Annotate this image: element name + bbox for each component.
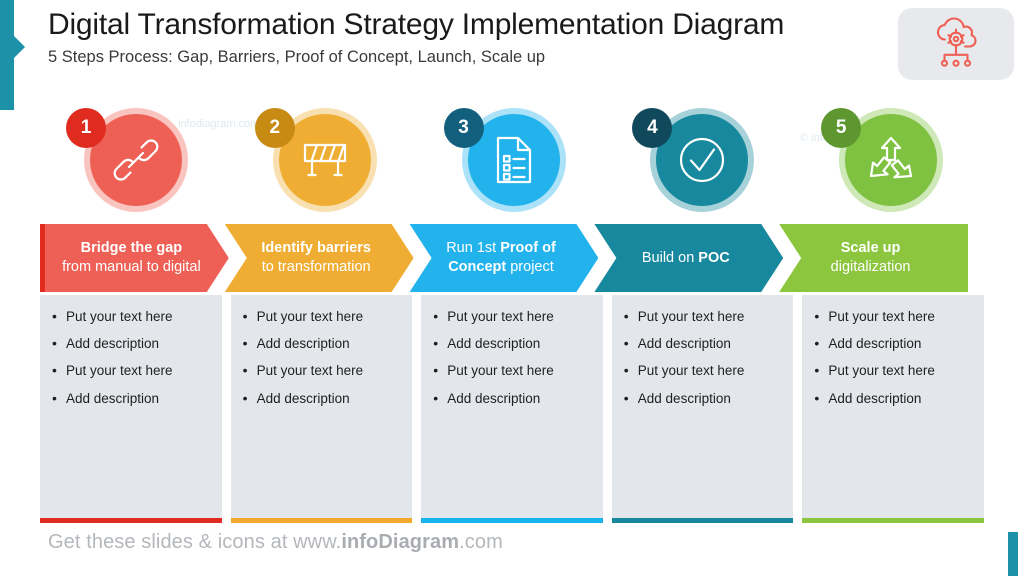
banner-line1-regular: Run 1st xyxy=(446,240,501,257)
list-item[interactable]: Add description xyxy=(812,390,976,407)
bullet-list: Put your text here Add description Put y… xyxy=(241,308,405,407)
cloud-gear-icon xyxy=(927,15,985,74)
list-item[interactable]: Put your text here xyxy=(622,362,786,379)
list-item[interactable]: Put your text here xyxy=(622,308,786,325)
footer-brand: infoDiagram xyxy=(341,531,460,553)
scale-up-arrows-icon xyxy=(870,136,913,179)
list-item[interactable]: Add description xyxy=(431,390,595,407)
list-item[interactable]: Put your text here xyxy=(812,362,976,379)
content-box-5: Put your text here Add description Put y… xyxy=(802,295,984,523)
header-icon-container xyxy=(898,8,1014,80)
step-circle-5[interactable]: 5 xyxy=(795,104,984,216)
list-item[interactable]: Add description xyxy=(50,390,214,407)
banner-text: Identify barriers to transformation xyxy=(261,239,371,276)
list-item[interactable]: Put your text here xyxy=(241,308,405,325)
step-circle-1[interactable]: 1 xyxy=(40,104,229,216)
broken-chain-link-icon xyxy=(113,139,159,181)
document-checklist-icon xyxy=(496,136,531,184)
bullet-list: Put your text here Add description Put y… xyxy=(622,308,786,407)
page-title: Digital Transformation Strategy Implemen… xyxy=(48,8,785,41)
step-number-badge: 5 xyxy=(821,108,862,148)
step-circle-4[interactable]: 4 xyxy=(606,104,795,216)
list-item[interactable]: Add description xyxy=(622,390,786,407)
list-item[interactable]: Add description xyxy=(622,335,786,352)
step-circle-2[interactable]: 2 xyxy=(229,104,418,216)
banner-text: Bridge the gap from manual to digital xyxy=(62,239,201,276)
chevron-banner-3[interactable]: Run 1st Proof of Concept project xyxy=(410,224,599,292)
footer-prefix: Get these slides & icons at www. xyxy=(48,531,342,553)
road-barrier-icon xyxy=(303,143,346,177)
content-box-4: Put your text here Add description Put y… xyxy=(611,295,794,523)
banner-line1-bold: POC xyxy=(698,249,730,266)
list-item[interactable]: Put your text here xyxy=(50,308,214,325)
banner-text: Run 1st Proof of Concept project xyxy=(446,239,556,276)
banner-text: Build on POC xyxy=(642,249,730,268)
banner-left-edge xyxy=(40,224,45,292)
list-item[interactable]: Put your text here xyxy=(812,308,976,325)
footer-suffix: .com xyxy=(459,531,503,553)
check-circle-icon xyxy=(680,137,725,183)
list-item[interactable]: Add description xyxy=(812,335,976,352)
right-accent-bar xyxy=(1008,532,1018,576)
banner-line2: from manual to digital xyxy=(62,259,201,275)
footer: Get these slides & icons at www.infoDiag… xyxy=(48,531,503,554)
chevron-banner-5[interactable]: Scale up digitalization xyxy=(779,224,968,292)
list-item[interactable]: Add description xyxy=(241,390,405,407)
list-item[interactable]: Put your text here xyxy=(431,362,595,379)
content-box-3: Put your text here Add description Put y… xyxy=(421,295,603,523)
left-accent-bar xyxy=(0,0,14,110)
banner-text: Scale up digitalization xyxy=(831,239,911,276)
list-item[interactable]: Put your text here xyxy=(241,362,405,379)
header: Digital Transformation Strategy Implemen… xyxy=(48,8,868,67)
content-box-2: Put your text here Add description Put y… xyxy=(230,295,413,523)
bullet-list: Put your text here Add description Put y… xyxy=(812,308,976,407)
step-number-badge: 2 xyxy=(254,108,295,148)
banner-line1: Bridge the gap xyxy=(80,240,183,257)
banner-line1-bold: Proof of xyxy=(500,240,556,257)
chevron-banner-4[interactable]: Build on POC xyxy=(594,224,783,292)
list-item[interactable]: Put your text here xyxy=(50,362,214,379)
chevron-banner-row: Bridge the gap from manual to digital Id… xyxy=(40,224,984,292)
list-item[interactable]: Add description xyxy=(431,335,595,352)
banner-line1: Scale up xyxy=(840,240,901,257)
page-subtitle: 5 Steps Process: Gap, Barriers, Proof of… xyxy=(48,48,546,66)
bullet-list: Put your text here Add description Put y… xyxy=(431,308,595,407)
list-item[interactable]: Add description xyxy=(50,335,214,352)
banner-line2: to transformation xyxy=(261,259,371,275)
banner-line2-bold: Concept xyxy=(448,259,507,275)
step-circle-3[interactable]: 3 xyxy=(418,104,607,216)
left-accent-arrow-icon xyxy=(14,36,25,58)
chevron-banner-1[interactable]: Bridge the gap from manual to digital xyxy=(40,224,229,292)
list-item[interactable]: Add description xyxy=(241,335,405,352)
content-box-1: Put your text here Add description Put y… xyxy=(40,295,222,523)
bullet-list: Put your text here Add description Put y… xyxy=(50,308,214,407)
banner-line2-regular: project xyxy=(506,259,554,275)
banner-line1: Identify barriers xyxy=(261,240,371,257)
step-number-badge: 3 xyxy=(443,108,484,148)
banner-line2: digitalization xyxy=(830,259,911,275)
step-number-badge: 1 xyxy=(66,108,106,148)
list-item[interactable]: Put your text here xyxy=(431,308,595,325)
banner-line1-regular: Build on xyxy=(641,249,699,266)
chevron-banner-2[interactable]: Identify barriers to transformation xyxy=(225,224,414,292)
steps-circle-row: 1 2 3 4 5 xyxy=(40,104,984,216)
content-box-row: Put your text here Add description Put y… xyxy=(40,295,984,523)
